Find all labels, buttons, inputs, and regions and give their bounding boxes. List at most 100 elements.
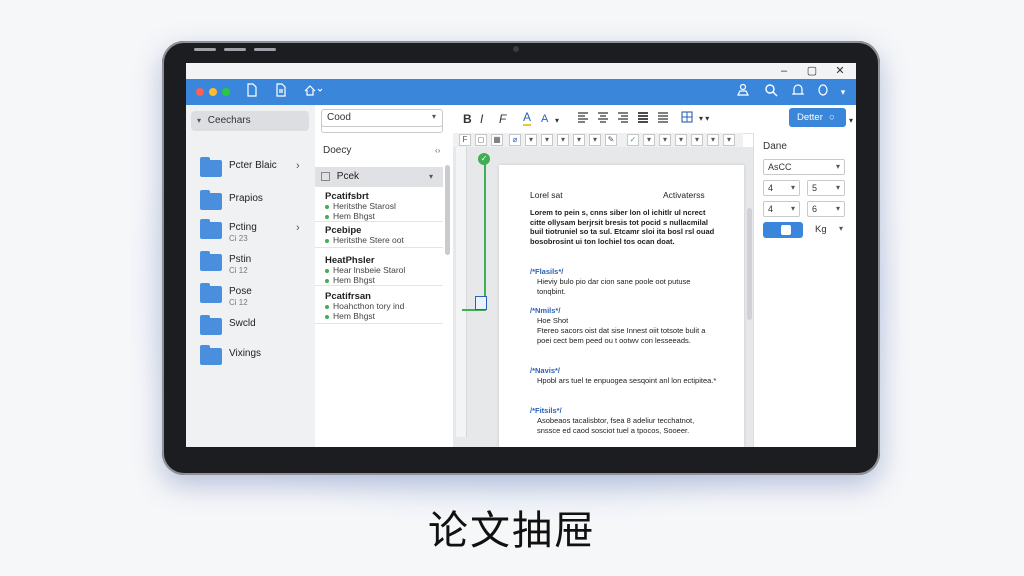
sidebar-header[interactable]: ▾ Ceechars bbox=[191, 111, 309, 131]
justify-icon[interactable] bbox=[637, 111, 649, 127]
sidebar-header-label: Ceechars bbox=[207, 115, 251, 126]
dropdown-icon[interactable]: ▾ bbox=[643, 134, 655, 146]
list-icon[interactable] bbox=[657, 111, 669, 127]
style-select[interactable]: AsCC ▾ bbox=[763, 159, 845, 175]
folder-icon bbox=[200, 251, 222, 271]
list-item[interactable]: Pcatifsbrt Heritsthe Starosl Hem Bhgst bbox=[315, 189, 443, 222]
folder-icon bbox=[200, 315, 222, 335]
doc-section-body: Hieviy bulo pio dar cion sane poole oot … bbox=[537, 277, 691, 296]
done-button[interactable]: Detter ○ bbox=[789, 108, 846, 127]
align-right-icon[interactable] bbox=[617, 111, 629, 127]
link-icon[interactable]: ⌀ bbox=[509, 134, 521, 146]
table-icon[interactable] bbox=[681, 111, 695, 127]
list-header: Doecy ‹› bbox=[315, 141, 453, 161]
align-center-icon[interactable] bbox=[597, 111, 609, 127]
chevron-down-icon[interactable]: ▾ bbox=[839, 224, 843, 233]
doc-icon[interactable] bbox=[243, 83, 261, 101]
bell-icon[interactable] bbox=[789, 83, 807, 101]
sidebar-item[interactable]: Swcld bbox=[186, 315, 315, 345]
sidebar-item[interactable]: Vixings bbox=[186, 345, 315, 375]
list-item[interactable]: Pcatifrsan Hoahcthon tory ind Hem Bhgst bbox=[315, 289, 443, 324]
close-button[interactable]: ✕ bbox=[826, 63, 854, 79]
doc-section-body: Hpobl ars tuel te enpuogea sesqoint anl … bbox=[537, 376, 717, 385]
check-icon[interactable]: ✓ bbox=[627, 134, 639, 146]
sidebar-item-label: Pstin bbox=[229, 254, 252, 265]
dropdown-icon[interactable]: ▾ bbox=[691, 134, 703, 146]
ruler-toolbar: F ◻ ▦ ⌀ ▾ ▾ ▾ ▾ ▾ ✎ ✓ ▾ ▾ ▾ ▾ ▾ ▾ bbox=[453, 133, 743, 148]
sidebar-item-label: Pcting bbox=[229, 222, 257, 233]
more-icon[interactable]: ▾ ▾ bbox=[699, 111, 709, 127]
chevron-down-icon[interactable]: ▾ bbox=[849, 113, 853, 129]
dropdown-icon[interactable]: ▾ bbox=[723, 134, 735, 146]
minimize-dot-icon[interactable] bbox=[209, 88, 217, 96]
list-item-selected[interactable]: Pcek ▾ bbox=[315, 167, 443, 187]
sidebar-item-label: Vixings bbox=[229, 348, 262, 359]
info-icon[interactable] bbox=[814, 83, 832, 101]
style-icon[interactable]: F bbox=[459, 134, 471, 146]
align-left-icon[interactable] bbox=[577, 111, 589, 127]
sidebar-item-label: Pcter Blaic bbox=[229, 160, 277, 171]
folder-icon bbox=[200, 283, 222, 303]
sidebar-item-label: Prapios bbox=[229, 193, 263, 204]
checkbox[interactable] bbox=[321, 171, 330, 181]
chevron-down-icon[interactable]: ▾ bbox=[432, 112, 436, 121]
dropdown-icon[interactable]: ▾ bbox=[589, 134, 601, 146]
dropdown-icon[interactable]: ▾ bbox=[557, 134, 569, 146]
vertical-ruler bbox=[456, 147, 467, 437]
document-list-panel: Cood Doecy ‹› Pcek ▾ Pcatifsbrt Heritsth… bbox=[315, 105, 454, 447]
app-screen: – ▢ ✕ ▾ ▾ Ceechars Pcter Blaic › Prapios… bbox=[186, 63, 856, 447]
doc-section-body: Asobeaos tacalisbtor, fsea 8 adeliur tec… bbox=[537, 416, 695, 435]
dropdown-icon[interactable]: ▾ bbox=[525, 134, 537, 146]
format-icon[interactable]: ◻ bbox=[475, 134, 487, 146]
search-icon[interactable] bbox=[762, 83, 780, 101]
person-icon[interactable] bbox=[734, 83, 752, 101]
edit-icon[interactable]: ✎ bbox=[605, 134, 617, 146]
sidebar-item[interactable]: Pose Ci 12 bbox=[186, 283, 315, 313]
dropdown-icon[interactable]: ▾ bbox=[659, 134, 671, 146]
folder-icon bbox=[200, 157, 222, 177]
layout-toggle[interactable] bbox=[763, 222, 803, 238]
close-dot-icon[interactable] bbox=[196, 88, 204, 96]
sidebar-item[interactable]: Pcter Blaic › bbox=[186, 157, 315, 187]
spacing-select[interactable]: 5 ▾ bbox=[807, 180, 845, 196]
sidebar-item[interactable]: Pstin Ci 12 bbox=[186, 251, 315, 281]
highlight-button[interactable]: A bbox=[541, 111, 548, 127]
bold-button[interactable]: B bbox=[463, 111, 472, 127]
dropdown-icon[interactable]: ▾ bbox=[573, 134, 585, 146]
size-select[interactable]: 4 ▾ bbox=[763, 180, 800, 196]
chevron-down-icon: ▾ bbox=[197, 116, 202, 125]
page-scrollbar[interactable] bbox=[747, 208, 752, 320]
list-item[interactable]: Pcebipe Heritsthe Stere oot bbox=[315, 223, 443, 248]
camera-icon bbox=[513, 46, 519, 52]
maximize-button[interactable]: ▢ bbox=[798, 63, 826, 79]
list-item-line: Hoahcthon tory ind bbox=[325, 301, 404, 311]
doc-section-tag: /*Nmils*/ bbox=[530, 306, 561, 315]
dropdown-icon[interactable]: ▾ bbox=[675, 134, 687, 146]
strike-button[interactable]: F bbox=[499, 111, 506, 127]
zoom-dot-icon[interactable] bbox=[222, 88, 230, 96]
grid-icon[interactable]: ▦ bbox=[491, 134, 503, 146]
chevron-right-icon: › bbox=[296, 160, 300, 172]
document-page: Lorel sat Activaterss Lorem to pein s, c… bbox=[499, 165, 744, 447]
sidebar-item[interactable]: Pcting Ci 23 › bbox=[186, 219, 315, 249]
dropdown-icon[interactable]: ▾ bbox=[541, 134, 553, 146]
minimize-button[interactable]: – bbox=[770, 63, 798, 79]
share-icon[interactable] bbox=[300, 83, 326, 101]
font-color-button[interactable]: A bbox=[523, 111, 532, 126]
indent-select[interactable]: 4 ▾ bbox=[763, 201, 800, 217]
font-input[interactable]: Cood bbox=[321, 109, 443, 127]
app-toolbar: ▾ bbox=[186, 79, 856, 105]
anchor-handle[interactable] bbox=[475, 296, 487, 310]
page-icon[interactable] bbox=[272, 83, 290, 101]
dropdown-icon[interactable]: ▾ bbox=[707, 134, 719, 146]
list-header-action[interactable]: ‹› bbox=[435, 141, 440, 161]
line-height-select[interactable]: 6 ▾ bbox=[807, 201, 845, 217]
sidebar-item[interactable]: Prapios bbox=[186, 190, 315, 220]
chevron-down-icon[interactable]: ▾ bbox=[555, 113, 559, 129]
search-icon: ○ bbox=[829, 112, 835, 123]
italic-button[interactable]: I bbox=[480, 111, 483, 127]
list-item[interactable]: HeatPhsler Hear lnsbeie Starol Hem Bhgst bbox=[315, 253, 443, 286]
list-scrollbar[interactable] bbox=[445, 165, 450, 255]
chevron-down-icon[interactable]: ▾ bbox=[834, 83, 852, 101]
sidebar-item-count: Ci 23 bbox=[229, 234, 248, 243]
